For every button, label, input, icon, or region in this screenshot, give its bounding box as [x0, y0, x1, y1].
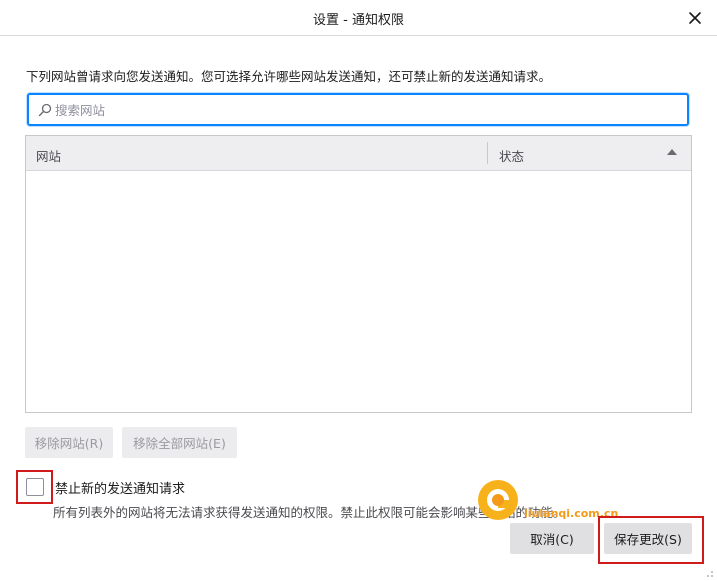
remove-site-button[interactable]: 移除网站(R): [25, 427, 113, 458]
dialog-title: 设置 - 通知权限: [313, 13, 404, 28]
table-body: [26, 172, 691, 412]
close-icon: [689, 12, 701, 24]
sort-ascending-icon[interactable]: [667, 149, 677, 155]
checkbox-highlight-box: [16, 470, 53, 504]
column-header-status[interactable]: 状态: [499, 146, 524, 165]
column-header-site[interactable]: 网站: [36, 146, 61, 165]
block-new-requests-label[interactable]: 禁止新的发送通知请求: [55, 478, 185, 497]
search-input[interactable]: [55, 99, 675, 121]
table-header: 网站 状态: [26, 136, 691, 171]
cancel-button[interactable]: 取消(C): [510, 523, 594, 554]
search-icon: [38, 103, 52, 117]
save-changes-button[interactable]: 保存更改(S): [604, 523, 692, 554]
watermark-logo-icon: [478, 480, 518, 520]
column-divider: [487, 142, 488, 164]
watermark-name: 浏览器乐园: [522, 484, 632, 509]
block-new-requests-checkbox[interactable]: [26, 478, 44, 496]
resize-grip-icon[interactable]: [704, 568, 714, 578]
close-button[interactable]: [683, 6, 707, 30]
search-box[interactable]: [27, 93, 689, 126]
permission-description: 下列网站曾请求向您发送通知。您可选择允许哪些网站发送通知，还可禁止新的发送通知请…: [26, 69, 552, 84]
remove-all-sites-button[interactable]: 移除全部网站(E): [122, 427, 237, 458]
sites-table: 网站 状态: [25, 135, 692, 413]
dialog-titlebar: 设置 - 通知权限: [0, 0, 717, 36]
